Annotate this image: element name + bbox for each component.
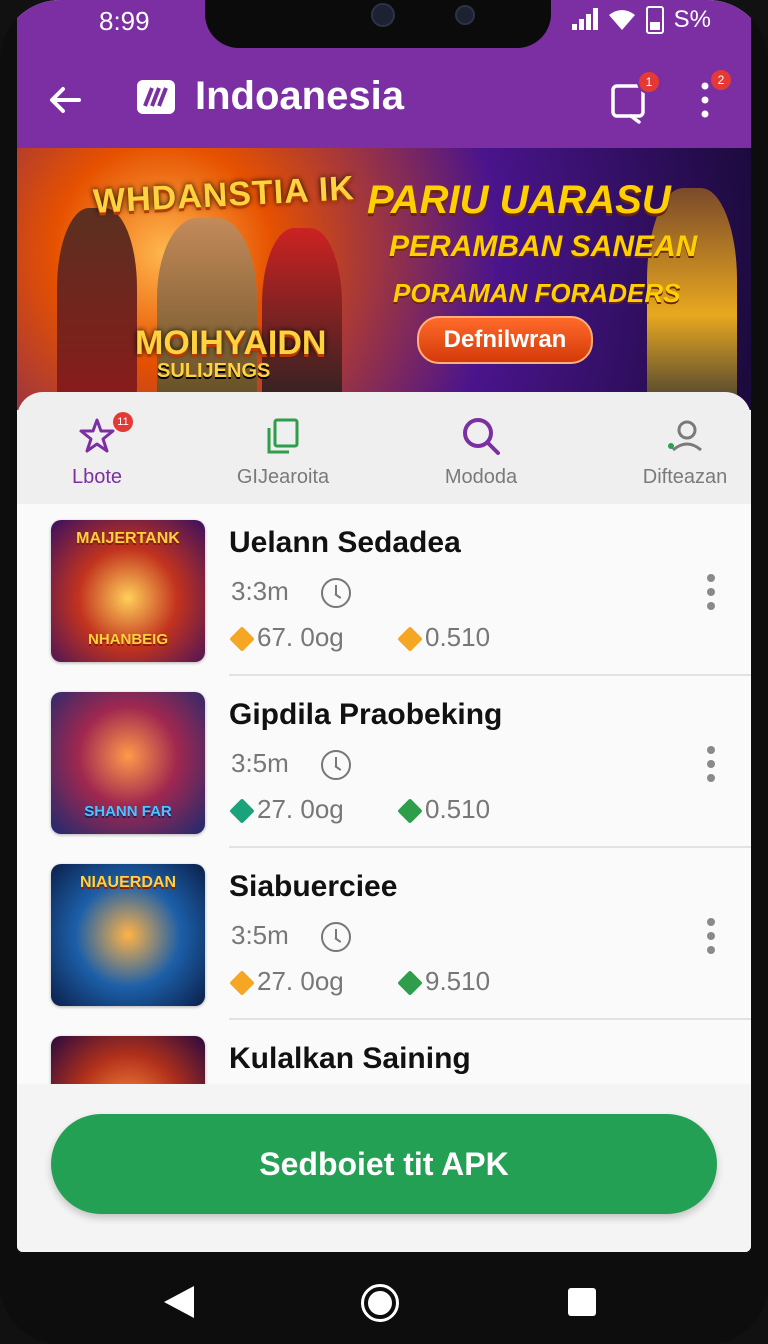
tab-label: GIJearoita: [236, 466, 330, 488]
status-icons: S%: [570, 6, 711, 34]
app-logo-icon: [137, 80, 175, 114]
thumbnail-title: NIAUERDAN: [80, 874, 176, 891]
banner-game-title: WHDANSTIA IK: [92, 169, 356, 221]
promo-banner[interactable]: WHDANSTIA IK MOIHYAIDN SULIJENGS PARIU U…: [17, 148, 751, 410]
status-time: 8:99: [99, 6, 150, 36]
banner-cta-button[interactable]: Defnilwran: [417, 316, 593, 364]
phone-frame: 8:99 S% Indoanesia 1 2 WHDANSTIA IK MOIH…: [0, 0, 768, 1344]
list-item[interactable]: MAIJERTANK NHANBEIG Uelann Sedadea 3:3m …: [17, 504, 751, 676]
system-nav-bar: [0, 1252, 768, 1344]
item-stat-size: 27. 0og: [229, 966, 344, 997]
menu-badge: 2: [709, 68, 733, 92]
item-stat-rating: 0.510: [397, 622, 490, 653]
item-more-button[interactable]: [705, 574, 717, 610]
item-more-button[interactable]: [705, 746, 717, 782]
battery-percent: S%: [673, 6, 711, 33]
tab-profile[interactable]: Difteazan: [605, 392, 751, 504]
item-title: Kulalkan Saining: [229, 1042, 471, 1075]
battery-icon: [645, 6, 664, 34]
app-thumbnail[interactable]: [51, 1036, 205, 1084]
screen: 8:99 S% Indoanesia 1 2 WHDANSTIA IK MOIH…: [17, 0, 751, 1252]
gem-icon: [229, 626, 255, 652]
nav-recents-icon[interactable]: [568, 1288, 596, 1316]
back-button[interactable]: [45, 80, 85, 120]
item-duration: 3:5m: [231, 920, 289, 950]
gem-icon: [229, 970, 255, 996]
app-list: MAIJERTANK NHANBEIG Uelann Sedadea 3:3m …: [17, 504, 751, 1084]
item-title: Uelann Sedadea: [229, 526, 461, 559]
download-apk-button[interactable]: Sedboiet tit APK: [51, 1114, 717, 1214]
app-header: 8:99 S% Indoanesia 1 2: [17, 0, 751, 148]
clock-icon: [321, 750, 351, 780]
gem-icon: [229, 798, 255, 824]
gem-icon: [397, 970, 423, 996]
thumbnail-subtitle: SHANN FAR: [84, 803, 172, 820]
app-title: Indoanesia: [195, 74, 404, 118]
gem-icon: [397, 798, 423, 824]
list-item[interactable]: NIAUERDAN Siabuerciee 3:5m 27. 0og 9.510: [17, 848, 751, 1020]
wifi-icon: [608, 10, 635, 30]
item-stat-rating: 0.510: [397, 794, 490, 825]
tab-label: Mododa: [444, 466, 518, 488]
clock-icon: [321, 922, 351, 952]
item-duration: 3:5m: [231, 748, 289, 778]
category-tabs: 11 Lbote GIJearoita Mododa Difteazan: [17, 392, 751, 504]
list-item[interactable]: SHANN FAR Gipdila Praobeking 3:5m 27. 0o…: [17, 676, 751, 848]
search-icon: [463, 418, 500, 455]
item-stat-size: 27. 0og: [229, 794, 344, 825]
download-footer: Sedboiet tit APK: [17, 1084, 751, 1252]
camera-notch: [205, 0, 551, 48]
tab-badge: 11: [113, 412, 133, 432]
copy-icon: [267, 418, 299, 454]
list-item[interactable]: Kulalkan Saining: [17, 1020, 751, 1084]
arrow-left-icon: [50, 87, 81, 113]
banner-tagline: PORAMAN FORADERS: [393, 278, 681, 308]
character-art: [262, 228, 342, 410]
banner-headline: PARIU UARASU: [367, 178, 671, 222]
item-stat-size: 67. 0og: [229, 622, 344, 653]
tab-label: Difteazan: [642, 466, 728, 488]
tab-label: Lbote: [71, 466, 123, 488]
app-thumbnail[interactable]: NIAUERDAN: [51, 864, 205, 1006]
app-thumbnail[interactable]: SHANN FAR: [51, 692, 205, 834]
tab-latest[interactable]: 11 Lbote: [17, 392, 177, 504]
item-stat-rating: 9.510: [397, 966, 490, 997]
share-badge: 1: [637, 70, 661, 94]
app-thumbnail[interactable]: MAIJERTANK NHANBEIG: [51, 520, 205, 662]
clock-icon: [321, 578, 351, 608]
item-more-button[interactable]: [705, 918, 717, 954]
front-camera-icon: [371, 3, 395, 27]
banner-game-subtitle: MOIHYAIDN: [135, 324, 327, 362]
gem-icon: [397, 626, 423, 652]
thumbnail-subtitle: NHANBEIG: [87, 631, 168, 648]
sensor-icon: [455, 5, 475, 25]
tab-search[interactable]: Mododa: [401, 392, 561, 504]
signal-icon: [570, 8, 598, 32]
user-icon: [668, 420, 702, 452]
share-button[interactable]: 1: [607, 70, 661, 124]
item-title: Gipdila Praobeking: [229, 698, 503, 731]
tab-gallery[interactable]: GIJearoita: [203, 392, 363, 504]
overflow-menu-button[interactable]: 2: [695, 68, 733, 122]
banner-game-tag: SULIJENGS: [157, 360, 271, 382]
item-duration: 3:3m: [231, 576, 289, 606]
nav-home-icon[interactable]: [361, 1284, 399, 1322]
banner-subheadline: PERAMBAN SANEAN: [389, 230, 698, 263]
nav-back-icon[interactable]: [164, 1286, 194, 1318]
character-art: [57, 208, 137, 408]
thumbnail-title: MAIJERTANK: [76, 530, 180, 547]
item-title: Siabuerciee: [229, 870, 398, 903]
